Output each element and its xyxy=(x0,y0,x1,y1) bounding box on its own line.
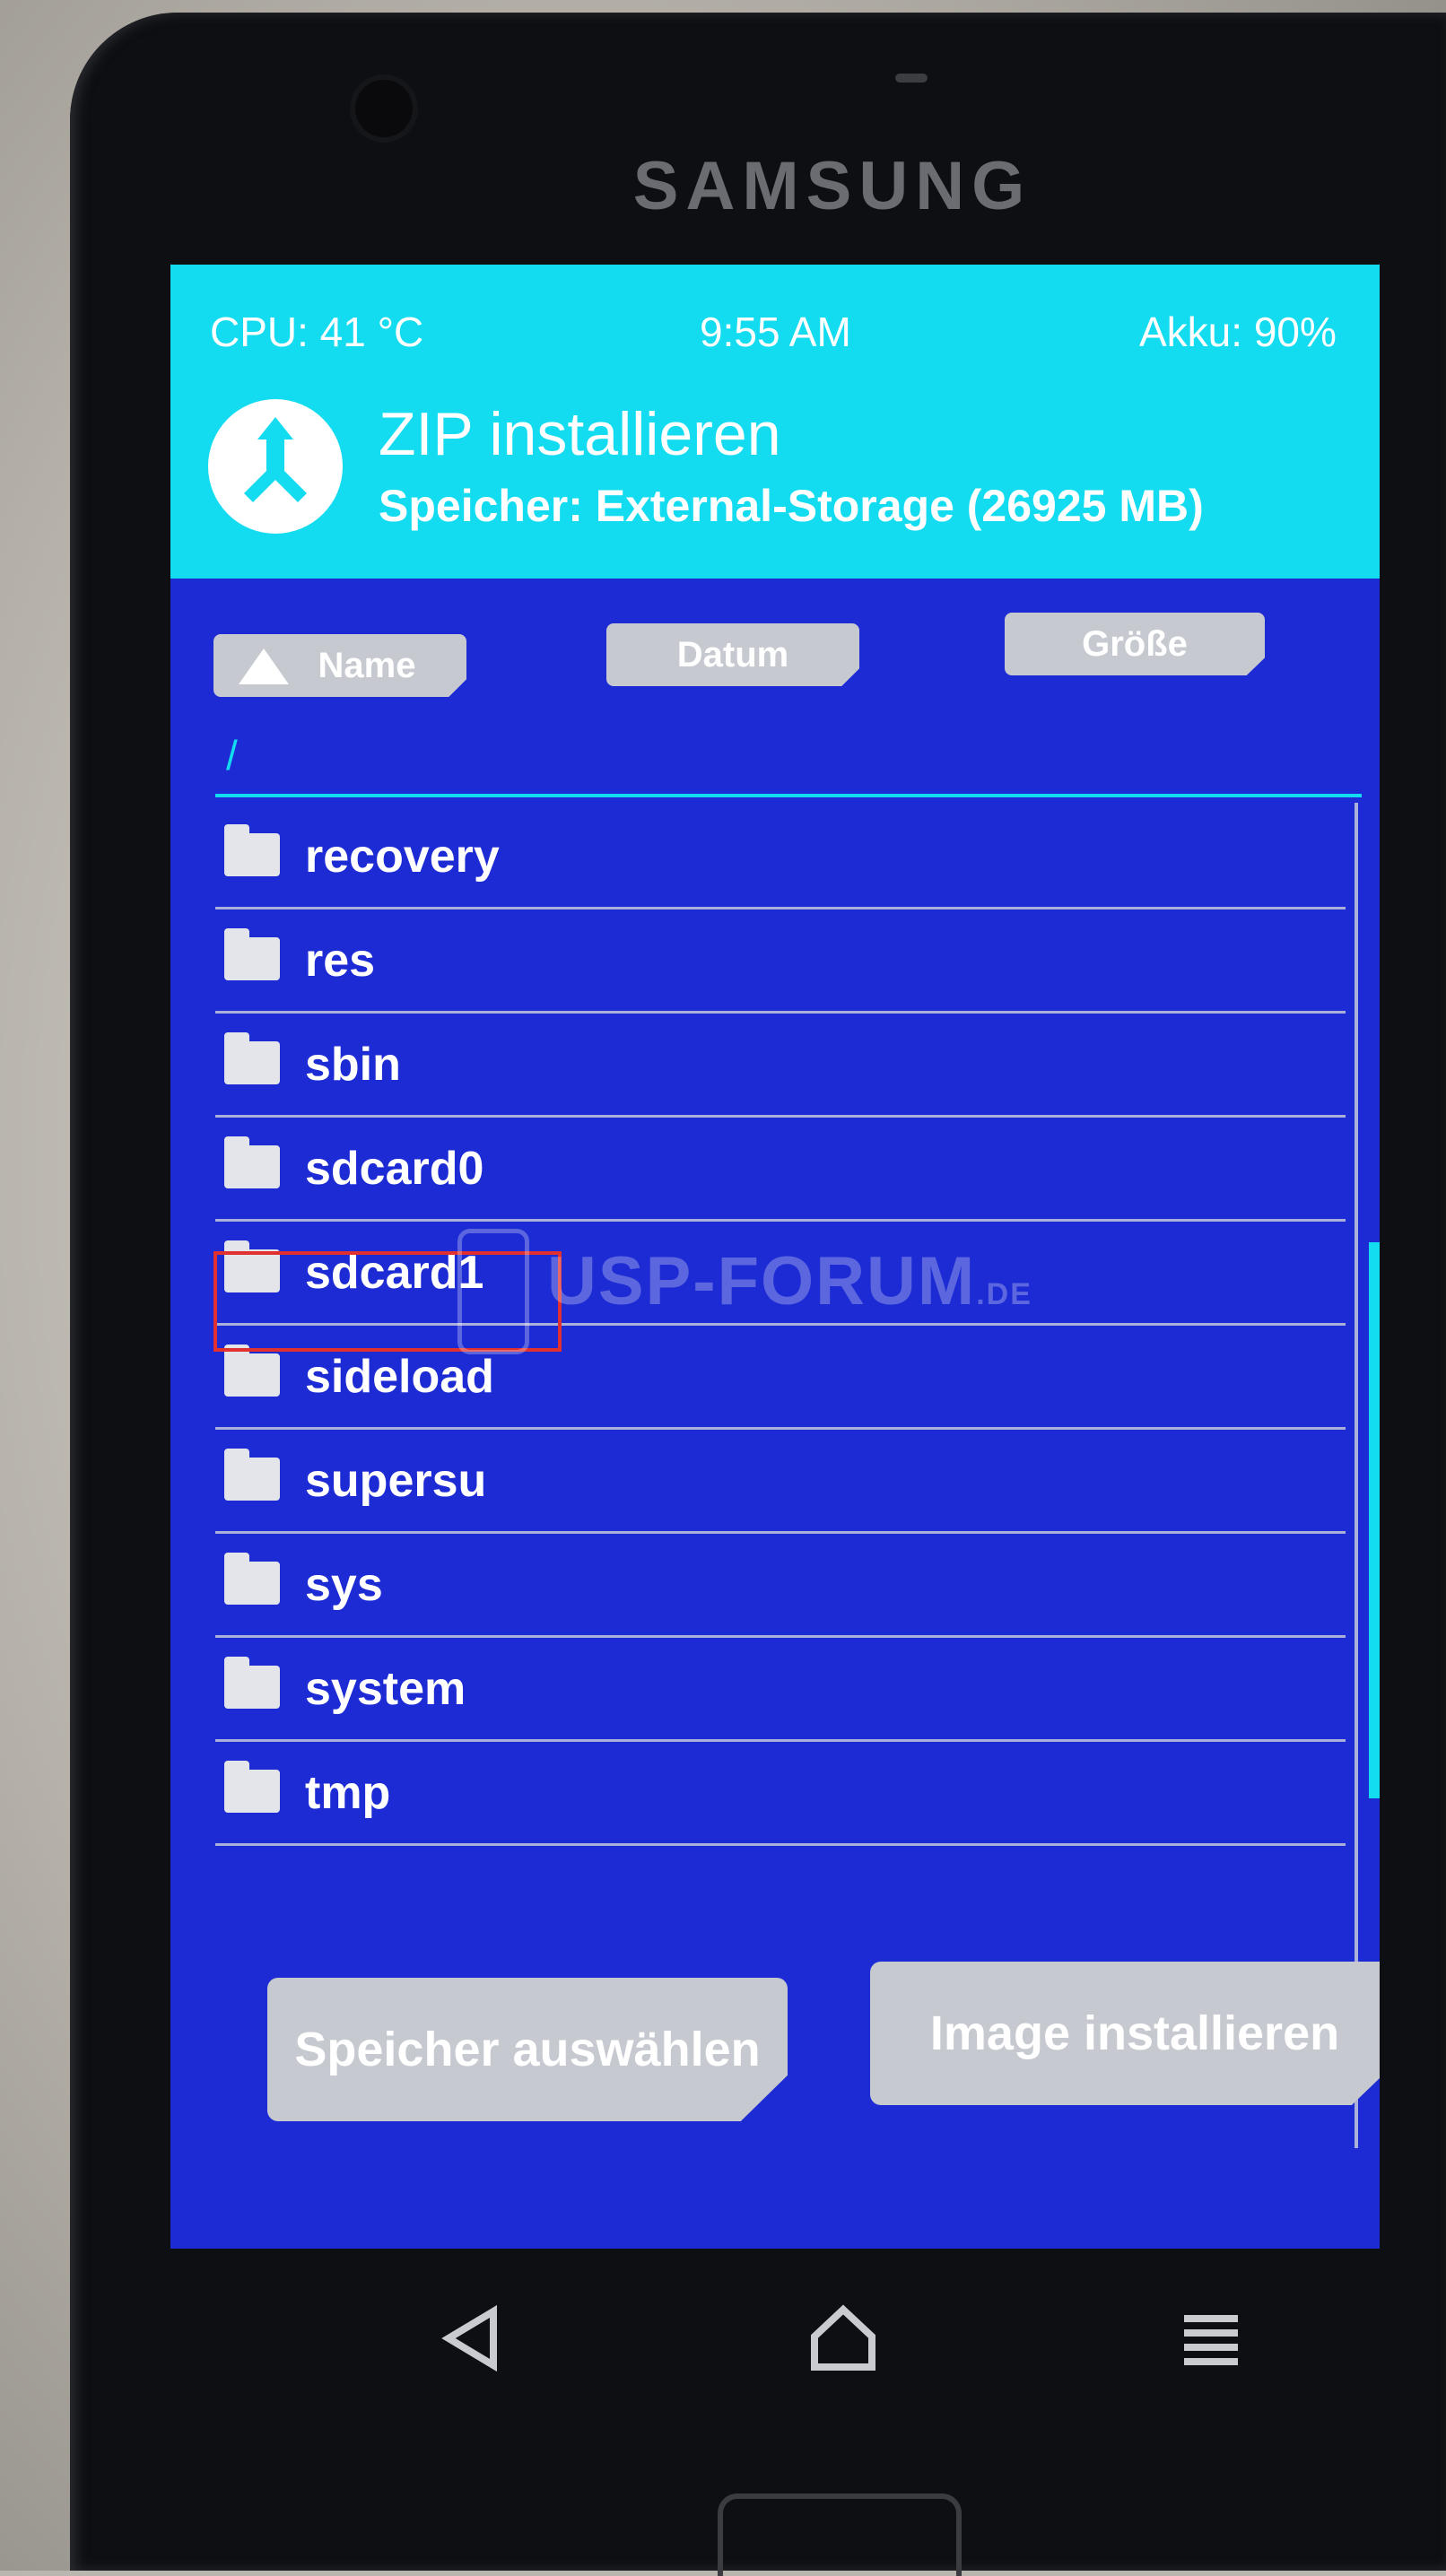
page-title: ZIP installieren xyxy=(379,400,781,468)
list-item[interactable]: recovery xyxy=(215,803,1346,909)
sort-ascending-icon xyxy=(239,648,289,684)
sort-by-name-button[interactable]: Name xyxy=(213,634,466,697)
install-image-button[interactable]: Image installieren xyxy=(870,1962,1380,2105)
list-item[interactable]: sys xyxy=(215,1531,1346,1638)
earpiece xyxy=(895,74,928,83)
folder-icon xyxy=(224,1136,280,1188)
select-storage-button[interactable]: Speicher auswählen xyxy=(267,1978,788,2121)
clock: 9:55 AM xyxy=(700,309,851,355)
home-icon[interactable] xyxy=(807,2302,879,2374)
back-icon[interactable] xyxy=(440,2302,511,2374)
list-item[interactable]: tmp xyxy=(215,1739,1346,1846)
sort-by-date-button[interactable]: Datum xyxy=(606,623,859,686)
list-item[interactable]: sbin xyxy=(215,1011,1346,1118)
battery-level: Akku: 90% xyxy=(1139,309,1337,355)
list-item[interactable]: system xyxy=(215,1635,1346,1742)
front-camera xyxy=(355,80,413,137)
physical-home-button[interactable] xyxy=(718,2493,962,2576)
status-bar: CPU: 41 °C 9:55 AM Akku: 90% xyxy=(170,265,1380,363)
folder-icon xyxy=(224,1345,280,1397)
folder-icon xyxy=(224,1657,280,1709)
folder-icon xyxy=(224,1553,280,1605)
folder-icon xyxy=(224,1032,280,1084)
folder-icon xyxy=(224,1761,280,1813)
list-item[interactable]: supersu xyxy=(215,1427,1346,1534)
watermark-phone-icon xyxy=(457,1229,529,1354)
brand-logo: SAMSUNG xyxy=(632,148,1032,224)
scrollbar-thumb[interactable] xyxy=(1369,1242,1380,1798)
cpu-temp: CPU: 41 °C xyxy=(210,309,424,355)
menu-icon[interactable] xyxy=(1175,2302,1247,2374)
sort-by-size-button[interactable]: Größe xyxy=(1005,613,1265,675)
list-item[interactable]: res xyxy=(215,907,1346,1014)
storage-info: Speicher: External-Storage (26925 MB) xyxy=(379,481,1204,531)
folder-icon xyxy=(224,1449,280,1501)
navigation-bar xyxy=(170,2249,1380,2428)
watermark: USP-FORUM.DE xyxy=(547,1243,1032,1319)
page-header: ZIP installieren Speicher: External-Stor… xyxy=(170,363,1380,579)
list-item[interactable]: sdcard0 xyxy=(215,1115,1346,1222)
folder-icon xyxy=(224,928,280,980)
folder-icon xyxy=(224,824,280,876)
scrollbar-track[interactable] xyxy=(1355,803,1358,2148)
twrp-screen: CPU: 41 °C 9:55 AM Akku: 90% ZIP install… xyxy=(170,265,1380,2249)
current-path: / xyxy=(226,732,238,779)
path-divider xyxy=(215,794,1362,797)
twrp-logo-icon xyxy=(208,399,343,534)
